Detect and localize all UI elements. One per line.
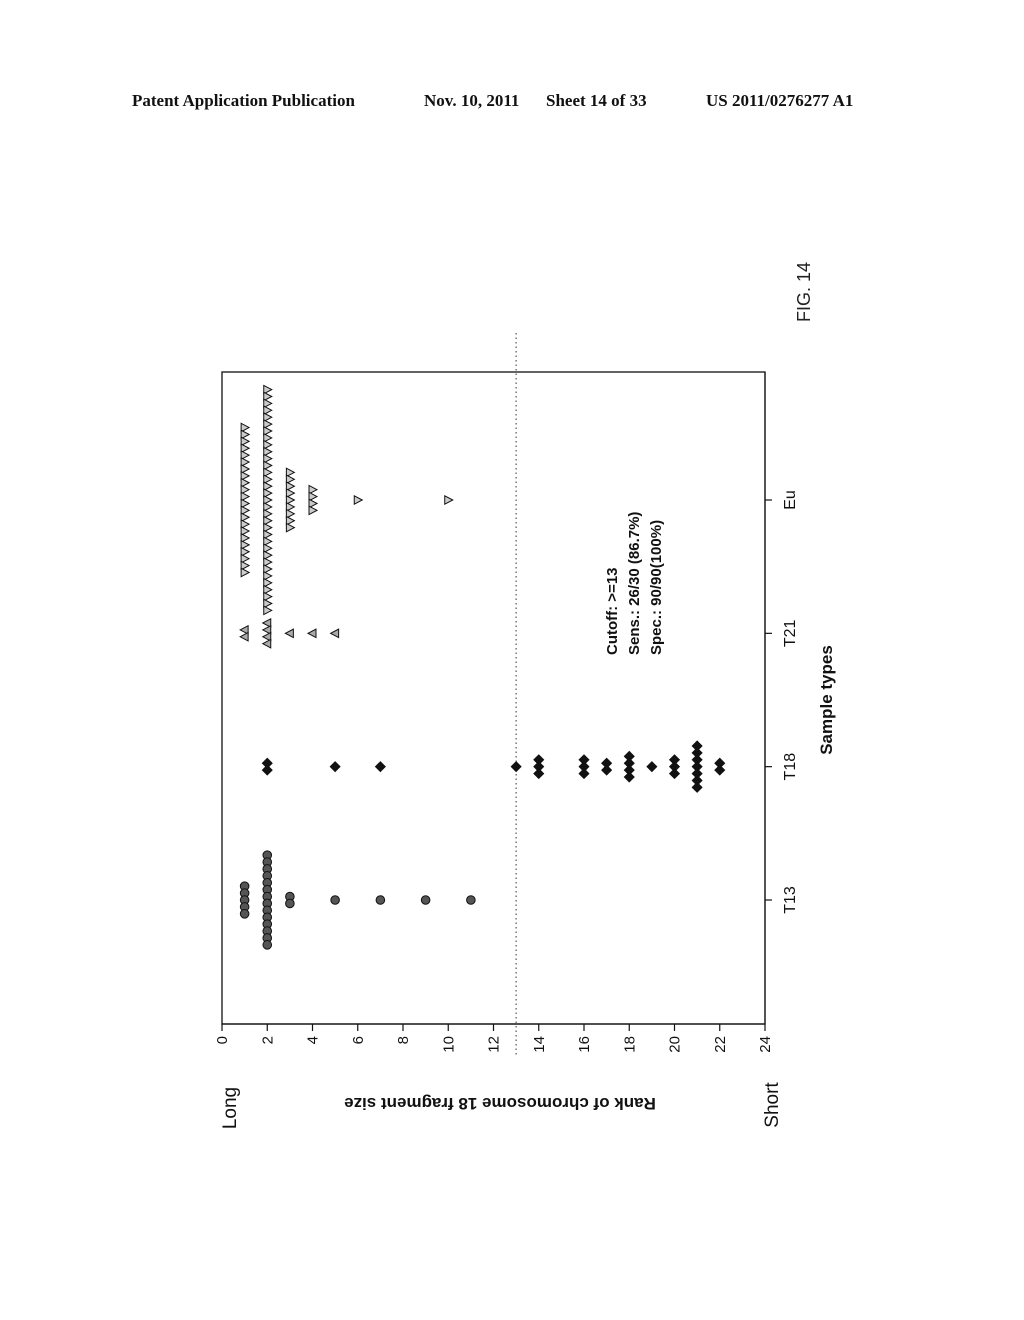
rank-tick-label: 18 xyxy=(621,1036,638,1053)
plot-frame xyxy=(221,371,766,1025)
data-point-eu xyxy=(240,567,251,578)
category-label: T21 xyxy=(782,619,799,647)
rank-tick-label: 22 xyxy=(712,1036,729,1053)
data-point-t13 xyxy=(420,895,431,905)
y-axis-high-label: Short xyxy=(762,1082,783,1128)
data-point-t18 xyxy=(691,781,703,793)
rank-tick-label: 6 xyxy=(350,1036,367,1044)
annotation-line-sens: Sens.: 26/30 (86.7%) xyxy=(626,512,643,655)
series-eu xyxy=(240,384,454,616)
data-point-eu xyxy=(353,494,364,506)
data-point-t18 xyxy=(623,771,635,783)
data-point-t21 xyxy=(329,628,340,639)
rank-tick-label: 24 xyxy=(757,1036,774,1053)
rank-tick-label: 2 xyxy=(259,1036,276,1044)
data-point-t21 xyxy=(239,631,249,642)
data-point-t18 xyxy=(646,761,658,773)
data-point-t21 xyxy=(261,638,272,649)
rank-tick-label: 16 xyxy=(576,1036,593,1053)
data-point-t18 xyxy=(668,768,681,780)
series-t13 xyxy=(239,850,476,950)
category-label: T13 xyxy=(782,886,799,914)
data-point-t21 xyxy=(284,628,294,639)
data-point-t13 xyxy=(285,898,295,909)
data-point-eu xyxy=(285,522,296,533)
category-label: T18 xyxy=(782,753,799,781)
annotation: Cutoff: >=13 Sens.: 26/30 (86.7%) Spec.:… xyxy=(604,512,665,655)
data-point-t13 xyxy=(262,940,273,950)
data-point-t18 xyxy=(374,761,386,773)
data-point-t18 xyxy=(601,764,613,776)
x-axis-title: Sample types xyxy=(817,645,836,755)
y-axis-low-label: Long xyxy=(220,1087,241,1129)
series-t18 xyxy=(261,740,726,793)
rank-tick-label: 14 xyxy=(531,1036,548,1053)
data-point-t18 xyxy=(714,764,726,776)
data-point-t18 xyxy=(261,764,273,776)
chart: 0 2 4 6 8 10 12 14 16 18 20 22 24 T13T18T21Eu FIG. 1… xyxy=(214,262,836,1129)
data-point-t18 xyxy=(533,768,545,780)
category-label: Eu xyxy=(782,490,799,510)
annotation-line-cutoff: Cutoff: >=13 xyxy=(604,567,621,655)
data-point-t18 xyxy=(578,768,590,780)
data-point-t13 xyxy=(239,909,250,919)
data-point-t13 xyxy=(330,895,340,905)
rank-tick-label: 20 xyxy=(667,1036,684,1053)
data-point-eu xyxy=(263,605,273,616)
y-axis-title: Rank of chromosome 18 fragment size xyxy=(344,1094,656,1113)
annotation-line-spec: Spec.: 90/90(100%) xyxy=(648,520,665,655)
data-point-eu xyxy=(444,494,454,506)
rank-tick-label: 10 xyxy=(440,1036,457,1053)
data-point-t21 xyxy=(306,628,317,639)
data-point-t13 xyxy=(375,895,386,905)
figure-label: FIG. 14 xyxy=(794,262,814,322)
data-point-t18 xyxy=(510,761,522,773)
rank-tick-label: 8 xyxy=(395,1036,412,1044)
rank-tick-label: 4 xyxy=(305,1036,322,1044)
data-point-eu xyxy=(308,505,319,516)
rank-tick-label: 0 xyxy=(214,1036,231,1044)
data-point-t13 xyxy=(466,895,476,905)
data-point-t18 xyxy=(329,761,341,773)
series-t21 xyxy=(239,617,340,649)
rank-tick-label: 12 xyxy=(486,1036,503,1053)
